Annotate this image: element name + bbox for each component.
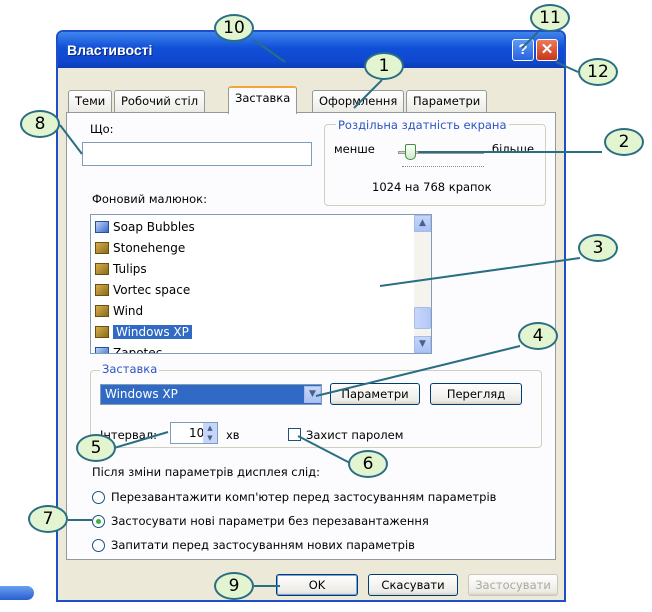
callout-5: 5 — [76, 434, 116, 462]
callout-1: 1 — [364, 52, 404, 80]
callout-12: 12 — [578, 58, 618, 86]
callout-2: 2 — [604, 128, 644, 156]
callout-9: 9 — [214, 572, 254, 600]
callout-8: 8 — [20, 110, 60, 138]
callout-3: 3 — [578, 234, 618, 262]
callout-4: 4 — [518, 322, 558, 350]
callout-11: 11 — [530, 4, 570, 32]
callout-7: 7 — [28, 505, 68, 533]
callout-6: 6 — [348, 450, 388, 478]
callout-lines — [59, 31, 602, 587]
callout-10: 10 — [214, 14, 254, 42]
